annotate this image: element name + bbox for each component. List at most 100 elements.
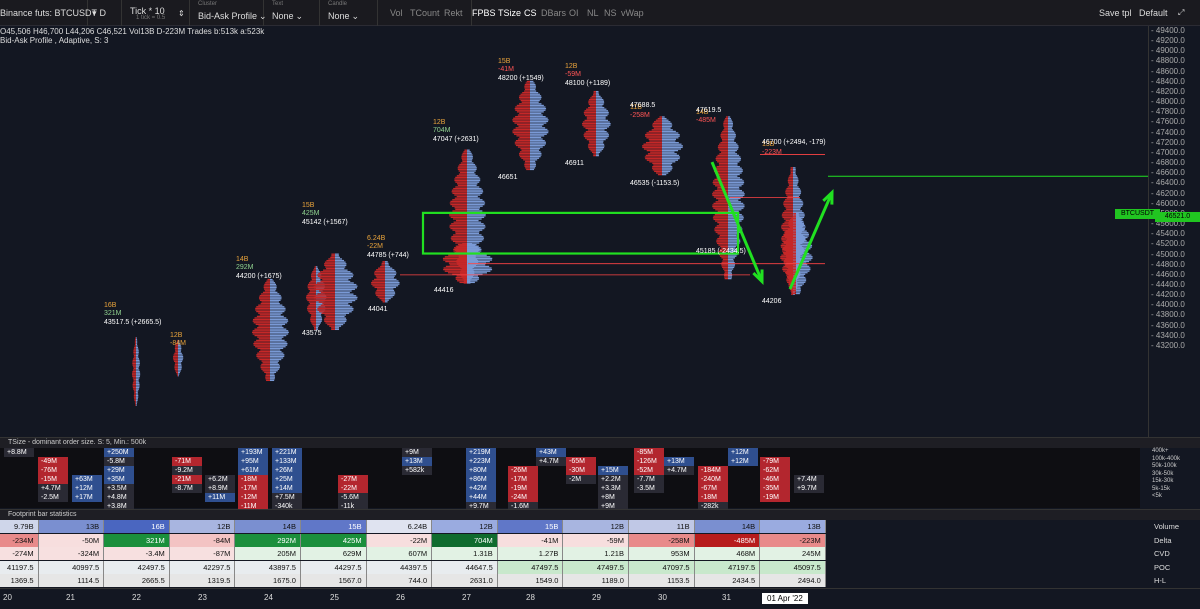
symbol-selector[interactable]: Binance futs: BTCUSDT xyxy=(0,0,97,26)
ask-volume-bar xyxy=(530,140,545,142)
btn-oi[interactable]: OI xyxy=(569,0,579,26)
bid-volume-bar xyxy=(782,248,796,250)
ask-volume-bar xyxy=(467,170,476,172)
text-selector[interactable]: Text None ⌄ xyxy=(272,0,320,26)
btn-cs[interactable]: CS xyxy=(524,0,537,26)
ask-volume-bar xyxy=(796,284,803,287)
bid-volume-bar xyxy=(252,331,270,334)
timeframe-selector[interactable]: ▾ D xyxy=(92,0,122,26)
bid-volume-bar xyxy=(265,374,270,377)
btn-tcount[interactable]: TCount xyxy=(410,0,440,26)
candle-selector[interactable]: Candle None ⌄ xyxy=(328,0,378,26)
footprint-cell: 44297.5 xyxy=(301,560,367,574)
bid-volume-bar xyxy=(519,152,530,155)
bid-volume-bar xyxy=(258,325,270,327)
btn-ns[interactable]: NS xyxy=(604,0,617,26)
bid-volume-bar xyxy=(310,315,316,318)
price-axis[interactable]: - 49400.0- 49200.0- 49000.0- 48800.0- 48… xyxy=(1148,26,1200,437)
ask-volume-bar xyxy=(793,176,798,179)
bid-volume-bar xyxy=(719,143,728,145)
tsize-cell: -79M xyxy=(760,457,790,466)
bid-volume-bar xyxy=(455,249,467,252)
ask-volume-bar xyxy=(796,222,805,224)
ask-volume-bar xyxy=(530,109,546,111)
ask-volume-bar xyxy=(796,276,806,279)
bid-volume-bar xyxy=(455,186,467,188)
tick-selector[interactable]: Tick * 10 1 tick = 0.5 ⇕ xyxy=(130,0,190,26)
bid-volume-bar xyxy=(175,349,178,351)
tsize-cell: -27M xyxy=(338,475,368,484)
bid-volume-bar xyxy=(262,370,270,372)
bid-volume-bar xyxy=(455,181,467,183)
tsize-cell: +2.2M xyxy=(598,475,628,484)
tsize-cell: +63M xyxy=(72,475,102,484)
bid-volume-bar xyxy=(258,338,270,340)
price-chart[interactable] xyxy=(0,27,1148,437)
bid-volume-bar xyxy=(713,207,728,209)
tsize-column: -65M -30M -2M xyxy=(566,457,596,517)
tsize-cell: +12M xyxy=(728,448,758,457)
tsize-cell: +221M xyxy=(272,448,302,457)
bid-volume-bar xyxy=(586,138,596,141)
btn-vwap[interactable]: vWap xyxy=(621,0,644,26)
bid-volume-bar xyxy=(453,221,467,223)
default-button[interactable]: Default xyxy=(1139,0,1168,26)
bid-volume-bar xyxy=(308,301,316,303)
ask-volume-bar xyxy=(467,243,473,245)
ask-volume-bar xyxy=(530,168,535,171)
footprint-cell: 425M xyxy=(301,533,367,547)
ask-volume-bar xyxy=(530,157,540,159)
ask-volume-bar xyxy=(316,267,318,270)
bid-volume-bar xyxy=(712,205,728,208)
cluster-selector[interactable]: Cluster Bid-Ask Profile ⌄ xyxy=(198,0,267,26)
bid-volume-bar xyxy=(714,178,728,181)
ask-volume-bar xyxy=(530,133,547,135)
btn-fpbs[interactable]: FPBS xyxy=(472,0,496,26)
bid-volume-bar xyxy=(317,309,335,311)
ask-volume-bar xyxy=(530,117,548,119)
footprint-cell: 43897.5 xyxy=(235,560,301,574)
date-tick: 26 xyxy=(396,593,405,602)
ask-volume-bar xyxy=(385,272,397,274)
date-axis[interactable]: 20 21 22 23 24 25 26 27 28 29 30 31 01 Apr '22 xyxy=(0,588,1200,609)
ask-volume-bar xyxy=(178,367,182,369)
btn-nl[interactable]: NL xyxy=(587,0,599,26)
bid-volume-bar xyxy=(317,275,335,278)
btn-rekt[interactable]: Rekt xyxy=(444,0,472,26)
stepper-icon[interactable]: ⇕ xyxy=(178,9,185,18)
bar-poc-label: 48200 (+1549) xyxy=(498,74,544,82)
tsize-cell: -76M xyxy=(38,466,68,475)
ask-volume-bar xyxy=(796,217,801,219)
ask-volume-bar xyxy=(530,82,535,84)
bid-volume-bar xyxy=(260,302,270,305)
ask-volume-bar xyxy=(136,337,137,339)
btn-vol[interactable]: Vol xyxy=(390,0,403,26)
bid-volume-bar xyxy=(134,391,136,394)
bid-volume-bar xyxy=(453,187,467,190)
ask-volume-bar xyxy=(270,302,280,305)
bid-volume-bar xyxy=(723,121,728,123)
bid-volume-bar xyxy=(512,119,530,121)
ask-volume-bar xyxy=(270,360,279,362)
bid-volume-bar xyxy=(780,256,796,258)
ask-volume-bar xyxy=(662,121,671,123)
btn-dbars[interactable]: DBars xyxy=(541,0,566,26)
footprint-cell: 9.79B xyxy=(0,520,39,533)
ask-volume-bar xyxy=(467,159,473,161)
tsize-column: +9M +13M +582k xyxy=(402,448,432,508)
bid-volume-bar xyxy=(325,266,335,268)
tsize-column: -79M -62M -46M -35M -19M xyxy=(760,457,790,517)
footprint-cell: 45097.5 xyxy=(760,560,826,574)
save-template-button[interactable]: Save tpl xyxy=(1099,0,1132,26)
ask-volume-bar xyxy=(728,194,745,197)
bid-volume-bar xyxy=(310,317,316,319)
btn-tsize[interactable]: TSize xyxy=(498,0,521,26)
bid-volume-bar xyxy=(514,143,530,145)
ask-volume-bar xyxy=(728,140,735,142)
ask-volume-bar xyxy=(728,276,733,278)
fullscreen-icon[interactable]: ⤢ xyxy=(1178,0,1184,26)
tsize-legend: 400k+ 100k-400k 50k-100k 30k-50k 15k-30k 5k-1… xyxy=(1152,448,1180,501)
ask-volume-bar xyxy=(793,173,796,175)
bid-volume-bar xyxy=(313,296,335,299)
ask-volume-bar xyxy=(335,323,344,326)
